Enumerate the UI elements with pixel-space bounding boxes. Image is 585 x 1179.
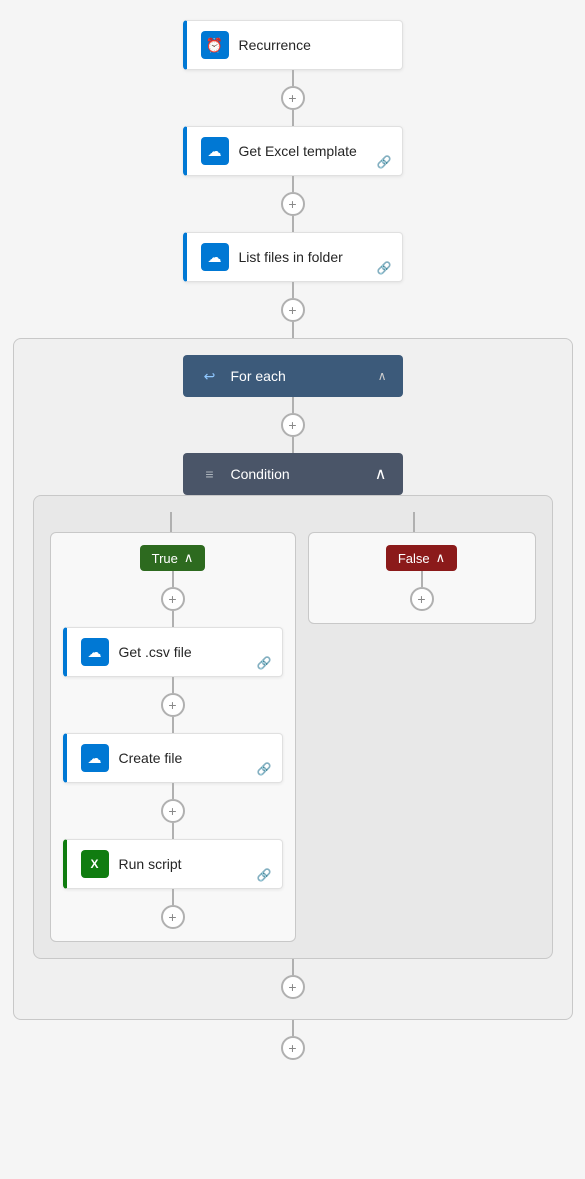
line-3	[292, 282, 294, 298]
condition-block-left: ≡ Condition	[199, 463, 290, 485]
true-chevron-icon: ∧	[184, 550, 194, 566]
line-f1	[421, 571, 423, 587]
get-csv-link-icon: 🔗	[257, 656, 272, 670]
condition-branches: True ∧ + ☁ Get .csv file 🔗	[50, 532, 536, 942]
add-btn-true-4[interactable]: +	[161, 905, 185, 929]
get-excel-title: Get Excel template	[239, 143, 357, 159]
false-branch: False ∧ +	[308, 532, 536, 624]
line-3b	[292, 322, 294, 338]
condition-block[interactable]: ≡ Condition ∧	[183, 453, 403, 495]
false-chevron-icon: ∧	[436, 550, 446, 566]
condition-chevron-icon: ∧	[375, 464, 387, 484]
foreach-title: For each	[231, 368, 286, 384]
connector-1: +	[281, 70, 305, 126]
create-file-link-icon: 🔗	[257, 762, 272, 776]
line-t1b	[172, 611, 174, 627]
get-excel-link-icon: 🔗	[377, 155, 392, 169]
foreach-icon: ↩	[199, 365, 221, 387]
condition-title: Condition	[231, 466, 290, 482]
list-files-link-icon: 🔗	[377, 261, 392, 275]
foreach-chevron-icon: ∧	[378, 369, 387, 383]
connector-6: +	[281, 1020, 305, 1060]
connector-true-2: +	[161, 677, 185, 733]
condition-container: True ∧ + ☁ Get .csv file 🔗	[33, 495, 553, 959]
add-btn-true-1[interactable]: +	[161, 587, 185, 611]
recurrence-icon: ⏰	[201, 31, 229, 59]
get-csv-icon: ☁	[81, 638, 109, 666]
run-script-icon: X	[81, 850, 109, 878]
line-t4	[172, 889, 174, 905]
connector-5: +	[281, 959, 305, 999]
recurrence-title: Recurrence	[239, 37, 311, 53]
connector-true-1: +	[161, 571, 185, 627]
line-t3	[172, 783, 174, 799]
run-script-title: Run script	[119, 856, 182, 872]
line-1	[292, 70, 294, 86]
false-branch-header[interactable]: False ∧	[386, 545, 457, 571]
create-file-card[interactable]: ☁ Create file 🔗	[63, 733, 283, 783]
list-files-icon: ☁	[201, 243, 229, 271]
line-t2b	[172, 717, 174, 733]
false-label: False	[398, 551, 430, 566]
condition-icon: ≡	[199, 463, 221, 485]
add-btn-4[interactable]: +	[281, 413, 305, 437]
run-script-link-icon: 🔗	[257, 868, 272, 882]
connector-false-1: +	[410, 571, 434, 611]
list-files-card[interactable]: ☁ List files in folder 🔗	[183, 232, 403, 282]
line-t3b	[172, 823, 174, 839]
get-excel-icon: ☁	[201, 137, 229, 165]
true-label: True	[152, 551, 178, 566]
list-files-title: List files in folder	[239, 249, 343, 265]
flow-canvas: ⏰ Recurrence + ☁ Get Excel template 🔗 + …	[0, 20, 585, 1060]
add-btn-false-1[interactable]: +	[410, 587, 434, 611]
recurrence-card[interactable]: ⏰ Recurrence	[183, 20, 403, 70]
line-6	[292, 1020, 294, 1036]
true-branch: True ∧ + ☁ Get .csv file 🔗	[50, 532, 296, 942]
get-csv-title: Get .csv file	[119, 644, 192, 660]
add-btn-5[interactable]: +	[281, 975, 305, 999]
run-script-card[interactable]: X Run script 🔗	[63, 839, 283, 889]
add-btn-1[interactable]: +	[281, 86, 305, 110]
line-2b	[292, 216, 294, 232]
add-btn-true-2[interactable]: +	[161, 693, 185, 717]
true-branch-header[interactable]: True ∧	[140, 545, 206, 571]
add-btn-3[interactable]: +	[281, 298, 305, 322]
connector-true-3: +	[161, 783, 185, 839]
foreach-block-left: ↩ For each	[199, 365, 286, 387]
get-csv-card[interactable]: ☁ Get .csv file 🔗	[63, 627, 283, 677]
line-2	[292, 176, 294, 192]
create-file-icon: ☁	[81, 744, 109, 772]
line-4	[292, 397, 294, 413]
connector-4: +	[281, 397, 305, 453]
line-4b	[292, 437, 294, 453]
foreach-block[interactable]: ↩ For each ∧	[183, 355, 403, 397]
get-excel-card[interactable]: ☁ Get Excel template 🔗	[183, 126, 403, 176]
line-t2	[172, 677, 174, 693]
add-btn-true-3[interactable]: +	[161, 799, 185, 823]
foreach-container: ↩ For each ∧ + ≡ Condition ∧	[13, 338, 573, 1020]
connector-2: +	[281, 176, 305, 232]
connector-3: +	[281, 282, 305, 338]
connector-true-4: +	[161, 889, 185, 929]
line-t1	[172, 571, 174, 587]
line-1b	[292, 110, 294, 126]
add-btn-6[interactable]: +	[281, 1036, 305, 1060]
create-file-title: Create file	[119, 750, 183, 766]
line-5	[292, 959, 294, 975]
add-btn-2[interactable]: +	[281, 192, 305, 216]
